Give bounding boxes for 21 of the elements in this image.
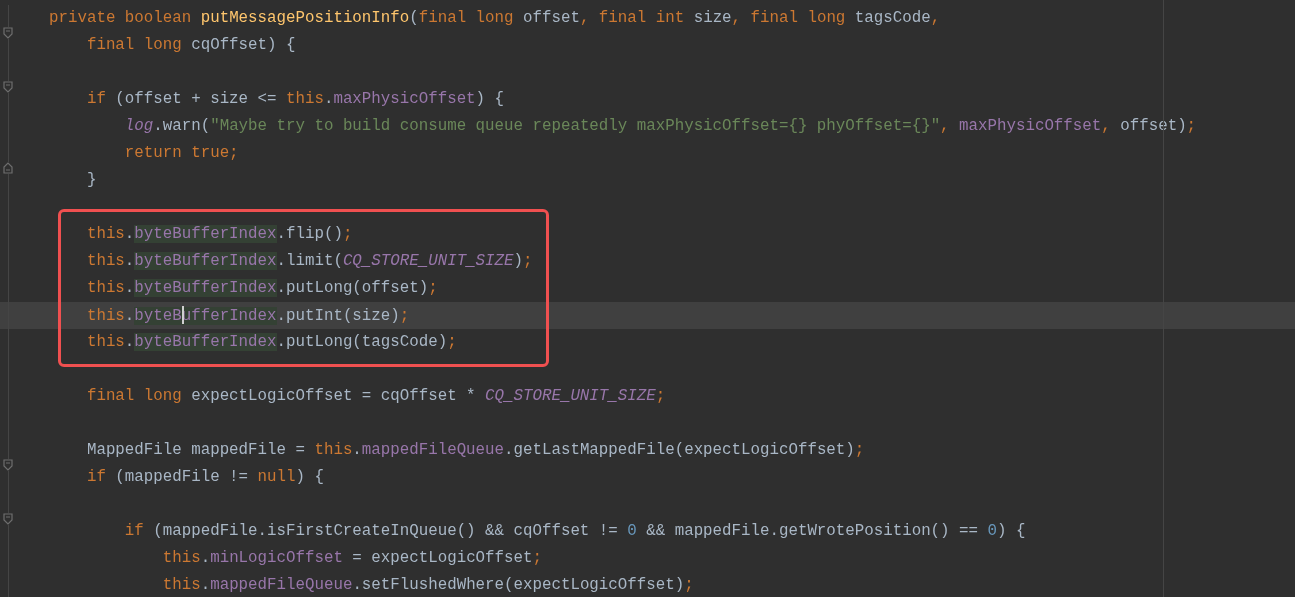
code-line: this.mappedFileQueue.setFlushedWhere(expectLogicOffset); [161, 576, 694, 594]
fold-icon[interactable] [3, 80, 13, 93]
fold-icon[interactable] [3, 26, 13, 39]
fold-icon[interactable] [3, 458, 13, 471]
code-line: MappedFile mappedFile = this.mappedFileQueue.getLastMappedFile(expectLogicOffset); [85, 441, 865, 459]
code-line: this.byteBufferIndex.limit(CQ_STORE_UNIT_SIZE); [85, 252, 533, 270]
code-line: final long expectLogicOffset = cqOffset * CQ_STORE_UNIT_SIZE; [85, 387, 666, 405]
fold-icon[interactable] [3, 512, 13, 525]
code-line: private boolean putMessagePositionInfo(final long offset, final int size, final long tagsCode, [49, 9, 941, 27]
code-line: if (mappedFile.isFirstCreateInQueue() && cqOffset != 0 && mappedFile.getWrotePosition() == 0) { [123, 522, 1026, 540]
code-line: if (offset + size <= this.maxPhysicOffset) { [85, 90, 505, 108]
code-line: final long cqOffset) { [85, 36, 296, 54]
code-line: return true; [123, 144, 239, 162]
code-line: this.minLogicOffset = expectLogicOffset; [161, 549, 542, 567]
fold-icon[interactable] [3, 161, 13, 174]
code-line: this.byteBufferIndex.putLong(offset); [85, 279, 438, 297]
code-line: this.byteBufferIndex.putLong(tagsCode); [85, 333, 457, 351]
code-line: } [85, 171, 97, 189]
code-line: log.warn("Maybe try to build consume queue repeatedly maxPhysicOffset={} phyOffset={}", maxPhysicOffset, offset); [123, 117, 1197, 135]
code-line: this.byteBufferIndex.putInt(size); [85, 305, 410, 325]
code-line: if (mappedFile != null) { [85, 468, 324, 486]
